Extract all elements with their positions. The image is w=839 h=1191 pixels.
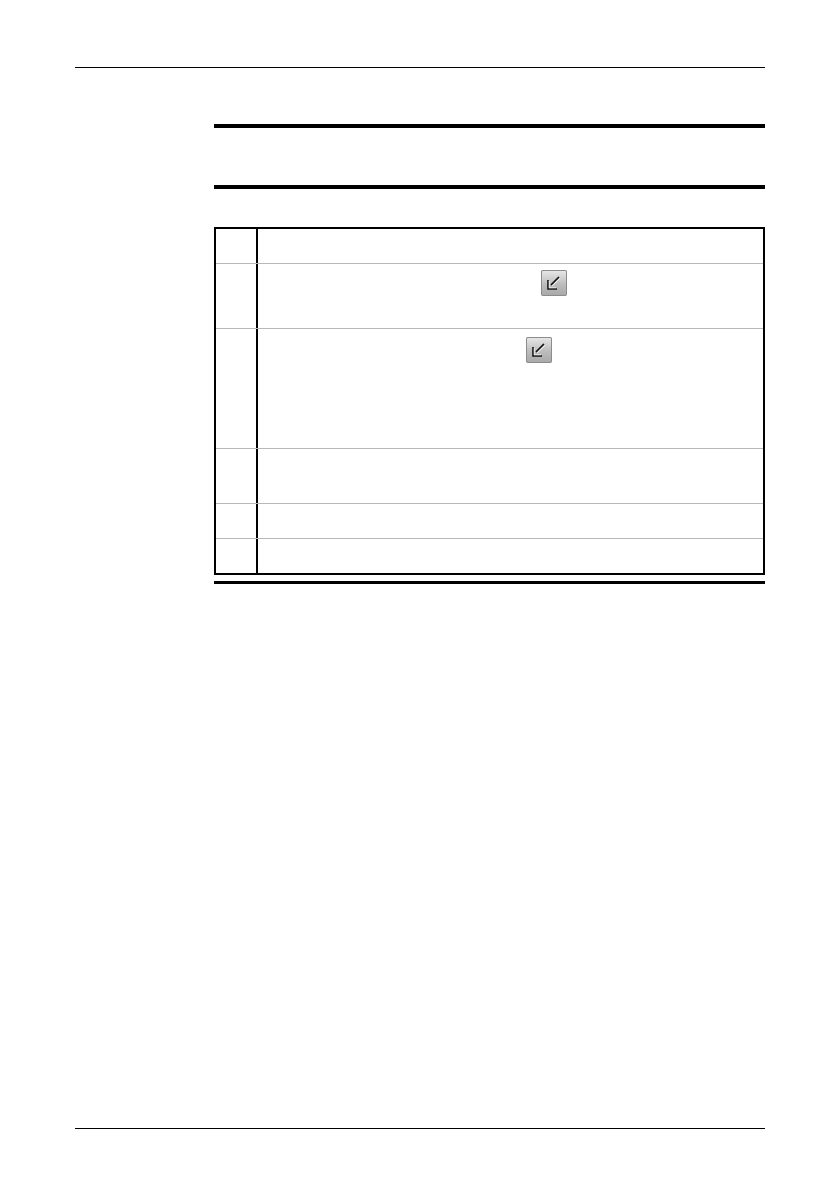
note-box bbox=[214, 128, 765, 185]
step-number bbox=[216, 504, 258, 538]
step-number bbox=[216, 229, 258, 263]
procedure-step-6 bbox=[216, 539, 763, 573]
step-text bbox=[258, 539, 763, 573]
arrow-down-left-icon bbox=[541, 270, 567, 296]
table-end-rule bbox=[214, 581, 765, 584]
step-content bbox=[258, 329, 763, 448]
step-text bbox=[258, 229, 763, 263]
page-header-rule bbox=[75, 67, 765, 68]
arrow-down-left-icon bbox=[526, 337, 552, 363]
procedure-step-5 bbox=[216, 504, 763, 539]
step-number bbox=[216, 449, 258, 503]
note-bottom-rule bbox=[214, 185, 765, 189]
procedure-step-4 bbox=[216, 449, 763, 504]
step-number bbox=[216, 539, 258, 573]
step-text bbox=[258, 504, 763, 538]
procedure-step-1 bbox=[216, 229, 763, 264]
step-number bbox=[216, 329, 258, 448]
procedure-step-3 bbox=[216, 329, 763, 449]
step-text bbox=[258, 449, 763, 503]
step-content bbox=[258, 264, 763, 328]
procedure-step-2 bbox=[216, 264, 763, 329]
page-footer-rule bbox=[75, 1128, 765, 1129]
step-number bbox=[216, 264, 258, 328]
procedure-table bbox=[214, 227, 765, 575]
